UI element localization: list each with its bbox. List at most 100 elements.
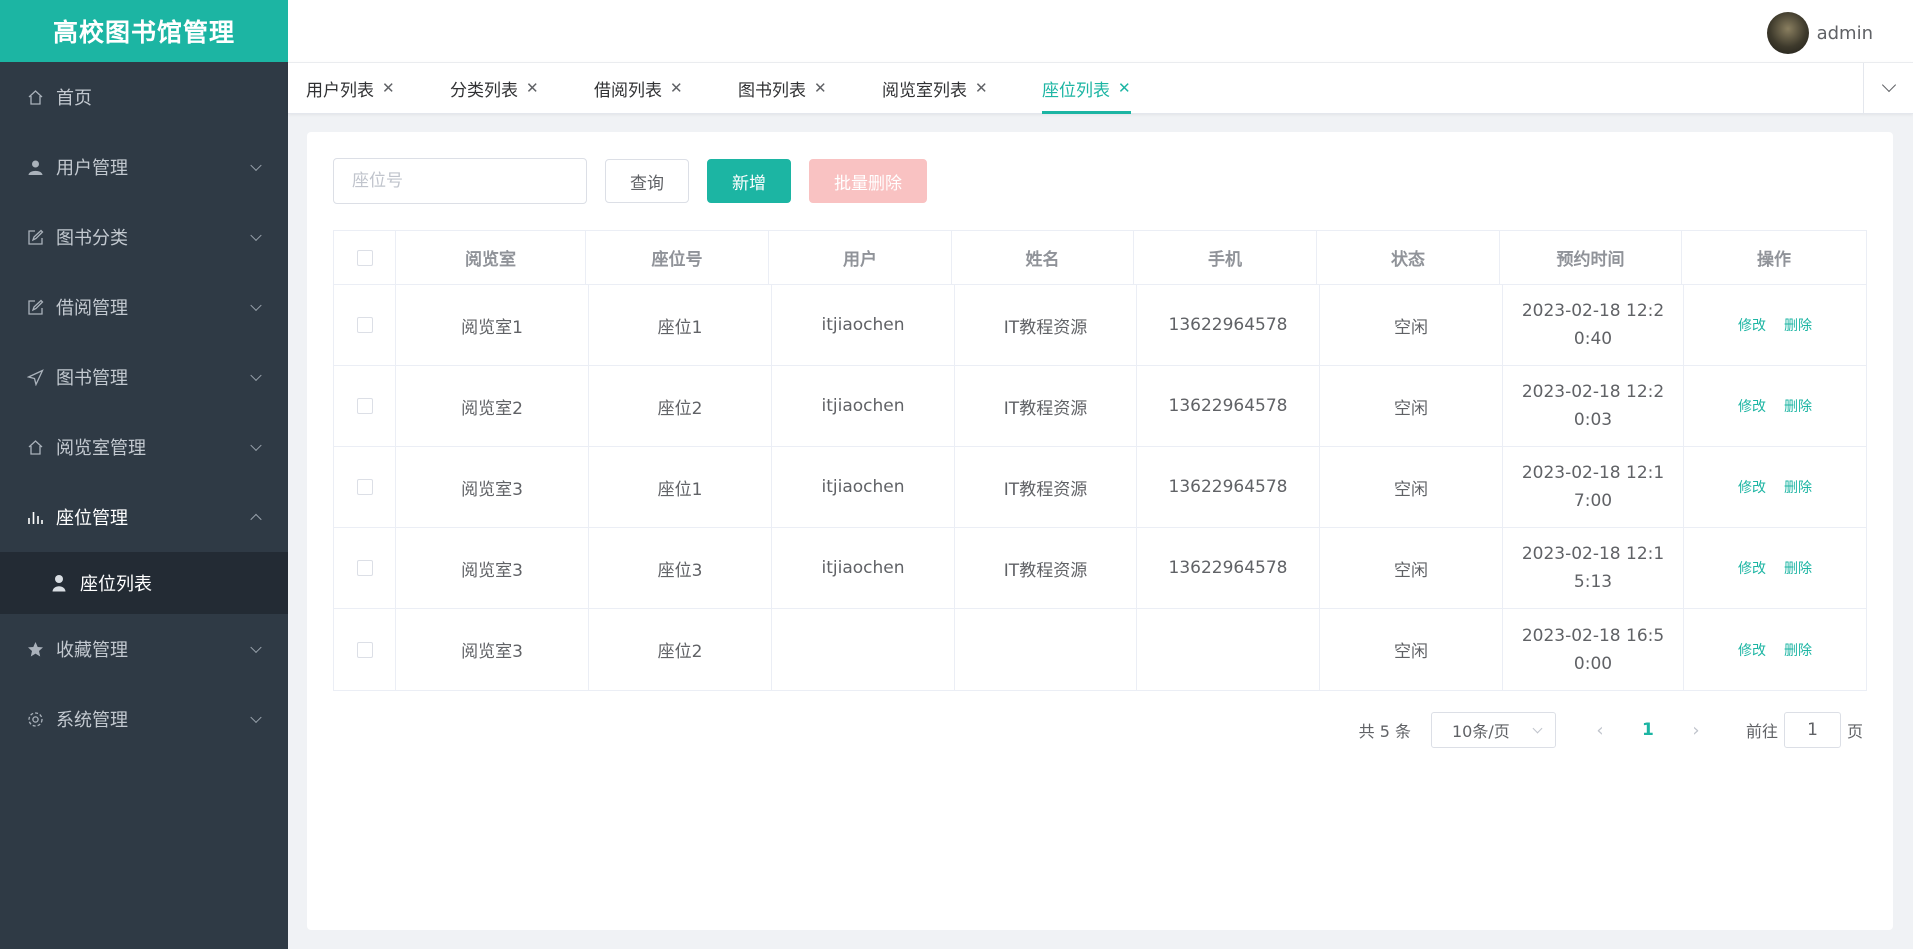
row-checkbox-cell xyxy=(334,528,396,608)
sidebar-item-borrow-management[interactable]: 借阅管理 xyxy=(0,272,288,342)
user-cell: itjiaochen xyxy=(772,528,955,608)
status-cell: 空闲 xyxy=(1320,447,1503,527)
sidebar: 高校图书馆管理 首页 用户管理 图书分类 借阅管理 图书管理 阅览室管理 座位管… xyxy=(0,0,288,949)
sidebar-item-reading-room-management[interactable]: 阅览室管理 xyxy=(0,412,288,482)
edit-link[interactable]: 修改 xyxy=(1738,315,1766,335)
sidebar-item-label: 借阅管理 xyxy=(56,298,128,319)
close-icon[interactable]: ✕ xyxy=(382,79,395,97)
gear-icon xyxy=(26,710,44,728)
row-checkbox-cell xyxy=(334,366,396,446)
edit-link[interactable]: 修改 xyxy=(1738,640,1766,660)
query-button[interactable]: 查询 xyxy=(605,159,689,203)
main-card: 查询 新增 批量删除 阅览室 座位号 用户 姓名 手机 状态 预约时间 操作 阅… xyxy=(307,132,1893,930)
row-checkbox-cell xyxy=(334,285,396,365)
name-cell: IT教程资源 xyxy=(955,528,1137,608)
tab-label: 座位列表 xyxy=(1042,80,1110,101)
delete-link[interactable]: 删除 xyxy=(1784,640,1812,660)
home-icon xyxy=(26,88,44,106)
room-cell: 阅览室2 xyxy=(396,366,589,446)
close-icon[interactable]: ✕ xyxy=(670,79,683,97)
bar-chart-icon xyxy=(26,508,44,526)
sidebar-item-book-management[interactable]: 图书管理 xyxy=(0,342,288,412)
row-checkbox[interactable] xyxy=(356,317,373,333)
goto-page-input[interactable] xyxy=(1783,712,1841,748)
edit-icon xyxy=(26,228,44,246)
sidebar-item-favorites-management[interactable]: 收藏管理 xyxy=(0,614,288,684)
sidebar-item-label: 阅览室管理 xyxy=(56,438,146,459)
reservation-time: 2023-02-18 16:50:00 xyxy=(1521,625,1665,674)
edit-link[interactable]: 修改 xyxy=(1738,558,1766,578)
actions-cell: 修改 删除 xyxy=(1684,447,1866,527)
actions-cell: 修改 删除 xyxy=(1684,285,1866,365)
close-icon[interactable]: ✕ xyxy=(1118,79,1131,97)
sidebar-item-seat-management[interactable]: 座位管理 xyxy=(0,482,288,552)
batch-delete-button[interactable]: 批量删除 xyxy=(809,159,927,203)
close-icon[interactable]: ✕ xyxy=(526,79,539,97)
row-checkbox[interactable] xyxy=(356,641,373,658)
header-checkbox-cell xyxy=(334,231,396,284)
column-header: 操作 xyxy=(1757,250,1791,270)
phone-cell: 13622964578 xyxy=(1137,528,1320,608)
user-menu[interactable]: admin xyxy=(1766,12,1873,54)
reservation-time: 2023-02-18 12:20:03 xyxy=(1521,382,1665,430)
time-cell: 2023-02-18 12:15:13 xyxy=(1503,528,1684,608)
tab-more-button[interactable] xyxy=(1863,63,1913,113)
chevron-down-icon xyxy=(250,299,262,312)
delete-link[interactable]: 删除 xyxy=(1784,396,1812,416)
prev-page-icon[interactable]: ‹ xyxy=(1576,720,1624,741)
next-page-icon[interactable]: › xyxy=(1672,720,1720,741)
delete-link[interactable]: 删除 xyxy=(1784,477,1812,497)
row-checkbox-cell xyxy=(334,609,396,690)
tab-borrow-list[interactable]: 借阅列表 ✕ xyxy=(594,63,683,113)
add-button[interactable]: 新增 xyxy=(707,159,791,203)
row-checkbox[interactable] xyxy=(356,479,373,495)
page-size-select[interactable]: 10条/页 xyxy=(1430,712,1556,748)
sidebar-item-home[interactable]: 首页 xyxy=(0,62,288,132)
table-row: 阅览室3 座位2 空闲 2023-02-18 16:50:00 修改 删除 xyxy=(334,609,1866,690)
sidebar-item-system-management[interactable]: 系统管理 xyxy=(0,684,288,754)
chevron-down-icon xyxy=(250,229,262,242)
close-icon[interactable]: ✕ xyxy=(975,79,988,97)
status-cell: 空闲 xyxy=(1320,528,1503,608)
goto-prefix: 前往 xyxy=(1745,722,1778,741)
room-cell: 阅览室3 xyxy=(396,609,589,690)
edit-link[interactable]: 修改 xyxy=(1738,477,1766,497)
edit-link[interactable]: 修改 xyxy=(1738,396,1766,416)
user-icon xyxy=(26,158,44,176)
avatar[interactable] xyxy=(1766,12,1809,54)
close-icon[interactable]: ✕ xyxy=(814,79,827,97)
tab-seat-list[interactable]: 座位列表 ✕ xyxy=(1042,63,1131,114)
tab-label: 用户列表 xyxy=(306,80,374,101)
goto-page: 前往 页 xyxy=(1746,712,1863,748)
phone-cell: 13622964578 xyxy=(1137,285,1320,365)
row-checkbox[interactable] xyxy=(356,560,373,576)
tab-category-list[interactable]: 分类列表 ✕ xyxy=(450,63,539,113)
tab-user-list[interactable]: 用户列表 ✕ xyxy=(306,63,395,113)
page-number-current[interactable]: 1 xyxy=(1624,720,1672,740)
row-checkbox-cell xyxy=(334,447,396,527)
row-checkbox[interactable] xyxy=(356,398,373,414)
seat-cell: 座位1 xyxy=(589,285,772,365)
seat-number-search-input[interactable] xyxy=(333,158,587,204)
delete-link[interactable]: 删除 xyxy=(1784,558,1812,578)
status-cell: 空闲 xyxy=(1320,609,1503,690)
select-all-checkbox[interactable] xyxy=(356,249,373,266)
tab-book-list[interactable]: 图书列表 ✕ xyxy=(738,63,827,113)
table-row: 阅览室1 座位1 itjiaochen IT教程资源 13622964578 空… xyxy=(334,285,1866,366)
sidebar-subitem-seat-list[interactable]: 座位列表 xyxy=(0,552,288,614)
sidebar-item-user-management[interactable]: 用户管理 xyxy=(0,132,288,202)
room-cell: 阅览室1 xyxy=(396,285,589,365)
actions-cell: 修改 删除 xyxy=(1684,528,1866,608)
tab-label: 借阅列表 xyxy=(594,80,662,101)
user-cell: itjiaochen xyxy=(772,447,955,527)
delete-link[interactable]: 删除 xyxy=(1784,315,1812,335)
top-header: admin xyxy=(288,0,1913,62)
sidebar-item-book-category[interactable]: 图书分类 xyxy=(0,202,288,272)
page-size-value: 10条/页 xyxy=(1451,722,1510,741)
toolbar: 查询 新增 批量删除 xyxy=(333,158,927,204)
user-cell: itjiaochen xyxy=(772,285,955,365)
tab-reading-room-list[interactable]: 阅览室列表 ✕ xyxy=(882,63,988,113)
tab-label: 阅览室列表 xyxy=(882,80,967,101)
star-icon xyxy=(26,640,44,658)
pagination: 共 5 条 10条/页 ‹ 1 › 前往 页 xyxy=(1359,712,1863,748)
